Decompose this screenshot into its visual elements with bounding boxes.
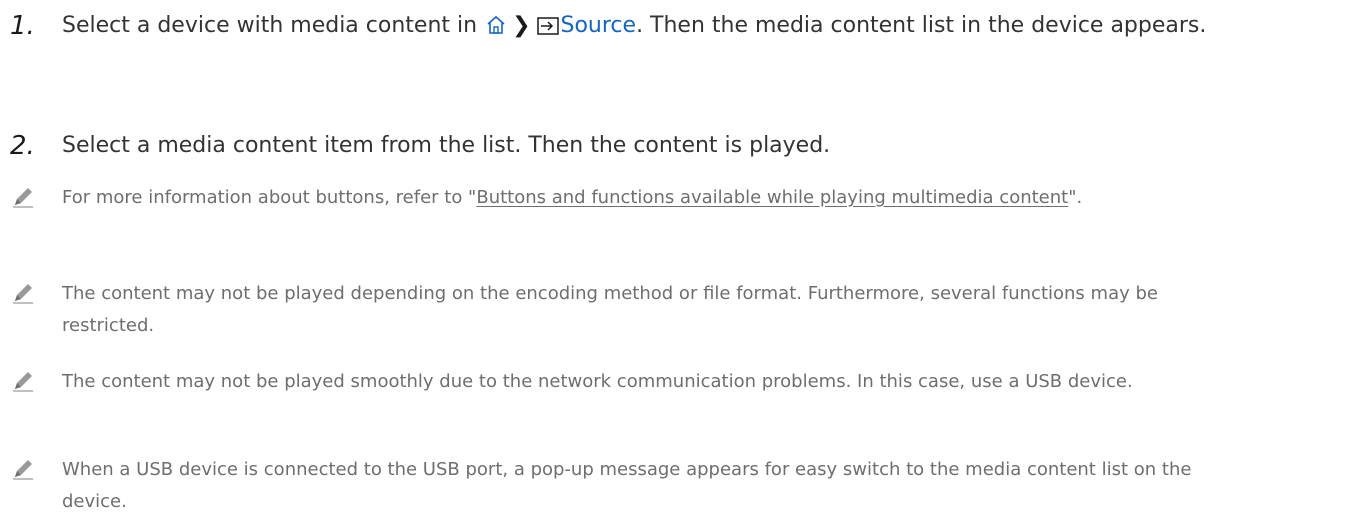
chevron-right-icon: ❯ (512, 13, 531, 38)
home-icon (486, 9, 506, 49)
note-text-after: ". (1068, 187, 1083, 208)
step-text: Select a media content item from the lis… (62, 133, 831, 158)
step-text-before: Select a device with media content in (62, 13, 485, 38)
source-link[interactable]: Source (561, 13, 637, 38)
buttons-functions-link[interactable]: Buttons and functions available while pl… (476, 187, 1068, 208)
step-number: 1. (10, 11, 35, 41)
step-text: Select a device with media content in ❯ S… (62, 6, 1312, 49)
source-icon (536, 9, 559, 49)
pencil-icon (13, 372, 33, 392)
pencil-icon (13, 188, 33, 208)
note-text: When a USB device is connected to the US… (62, 459, 1192, 512)
pencil-icon (13, 284, 33, 304)
step-text-after: . Then the media content list in the dev… (636, 13, 1207, 38)
note-text: The content may not be played depending … (62, 283, 1158, 336)
note-text-before: For more information about buttons, refe… (62, 187, 477, 208)
note-text: The content may not be played smoothly d… (62, 371, 1133, 392)
step-number: 2. (10, 131, 35, 161)
note-text: For more information about buttons, refe… (62, 182, 1242, 214)
pencil-icon (13, 460, 33, 480)
